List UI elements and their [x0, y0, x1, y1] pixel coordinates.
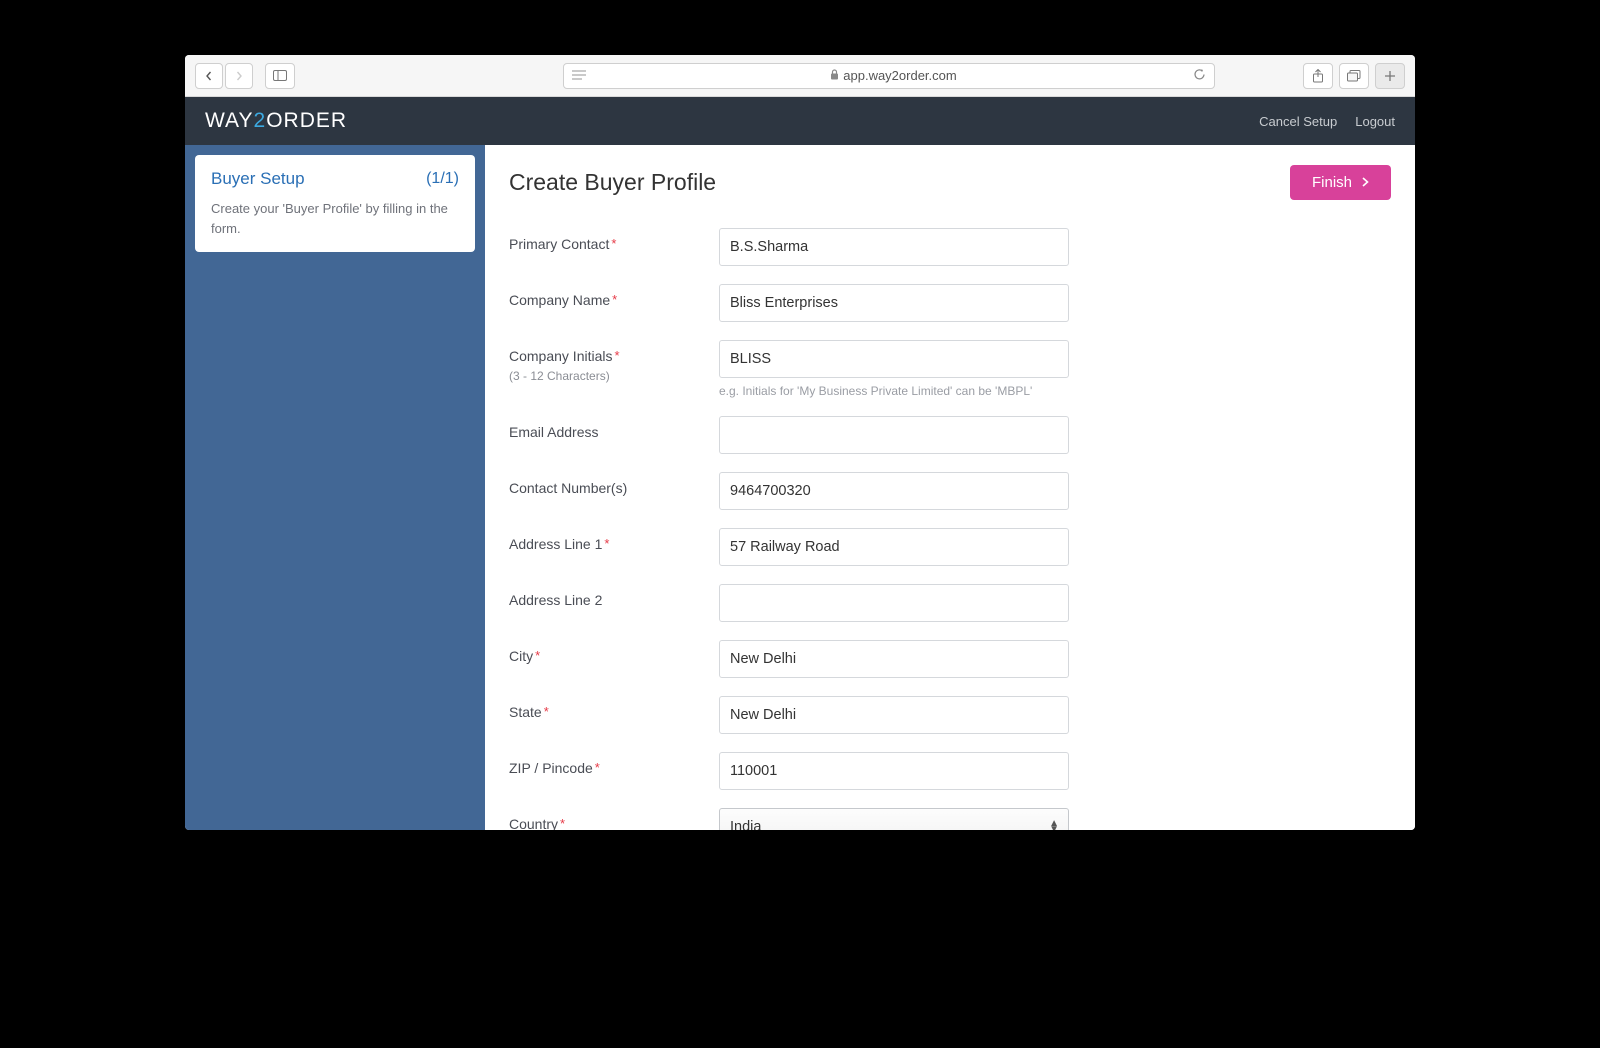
lock-icon [830, 69, 839, 83]
main-content: Create Buyer Profile Finish Primary Cont… [485, 145, 1415, 830]
tabs-button[interactable] [1339, 63, 1369, 89]
finish-button[interactable]: Finish [1290, 165, 1391, 200]
app-logo: WAY2ORDER [205, 109, 347, 133]
setup-count: (1/1) [426, 170, 459, 188]
logout-link[interactable]: Logout [1355, 114, 1395, 129]
email-label: Email Address [509, 424, 598, 440]
primary-contact-input[interactable] [719, 228, 1069, 266]
sidebar: Buyer Setup (1/1) Create your 'Buyer Pro… [185, 145, 485, 830]
sidebar-icon [273, 70, 287, 81]
country-select[interactable]: India [719, 808, 1069, 830]
url-host: app.way2order.com [843, 68, 956, 83]
zip-input[interactable] [719, 752, 1069, 790]
address2-label: Address Line 2 [509, 592, 602, 608]
setup-description: Create your 'Buyer Profile' by filling i… [211, 199, 459, 238]
primary-contact-label: Primary Contact [509, 236, 609, 252]
back-button[interactable] [195, 63, 223, 89]
setup-card: Buyer Setup (1/1) Create your 'Buyer Pro… [195, 155, 475, 252]
sidebar-toggle-button[interactable] [265, 63, 295, 89]
chevron-right-icon [1362, 175, 1369, 190]
setup-title: Buyer Setup [211, 169, 305, 189]
zip-label: ZIP / Pincode [509, 760, 593, 776]
reader-icon [572, 68, 586, 84]
tabs-icon [1347, 70, 1361, 82]
share-icon [1312, 69, 1324, 83]
address2-input[interactable] [719, 584, 1069, 622]
url-bar[interactable]: app.way2order.com [563, 63, 1215, 89]
state-input[interactable] [719, 696, 1069, 734]
company-initials-hint: e.g. Initials for 'My Business Private L… [719, 384, 1069, 398]
page-title: Create Buyer Profile [509, 169, 716, 196]
finish-label: Finish [1312, 174, 1352, 191]
city-label: City [509, 648, 533, 664]
device-frame: app.way2order.com W [160, 30, 1440, 855]
new-tab-button[interactable] [1375, 63, 1405, 89]
email-input[interactable] [719, 416, 1069, 454]
plus-icon [1384, 70, 1396, 82]
country-label: Country [509, 816, 558, 830]
app-body: Buyer Setup (1/1) Create your 'Buyer Pro… [185, 145, 1415, 830]
refresh-icon[interactable] [1193, 68, 1206, 84]
screen: app.way2order.com W [185, 55, 1415, 830]
url-text: app.way2order.com [594, 68, 1193, 83]
company-initials-label: Company Initials [509, 348, 613, 364]
forward-button[interactable] [225, 63, 253, 89]
chevron-right-icon [234, 71, 244, 81]
company-initials-input[interactable] [719, 340, 1069, 378]
address1-label: Address Line 1 [509, 536, 602, 552]
browser-toolbar: app.way2order.com [185, 55, 1415, 97]
chevron-left-icon [204, 71, 214, 81]
contact-numbers-input[interactable] [719, 472, 1069, 510]
cancel-setup-link[interactable]: Cancel Setup [1259, 114, 1337, 129]
address1-input[interactable] [719, 528, 1069, 566]
company-initials-sublabel: (3 - 12 Characters) [509, 369, 719, 383]
city-input[interactable] [719, 640, 1069, 678]
company-name-input[interactable] [719, 284, 1069, 322]
share-button[interactable] [1303, 63, 1333, 89]
contact-numbers-label: Contact Number(s) [509, 480, 627, 496]
state-label: State [509, 704, 542, 720]
company-name-label: Company Name [509, 292, 610, 308]
app-header: WAY2ORDER Cancel Setup Logout [185, 97, 1415, 145]
